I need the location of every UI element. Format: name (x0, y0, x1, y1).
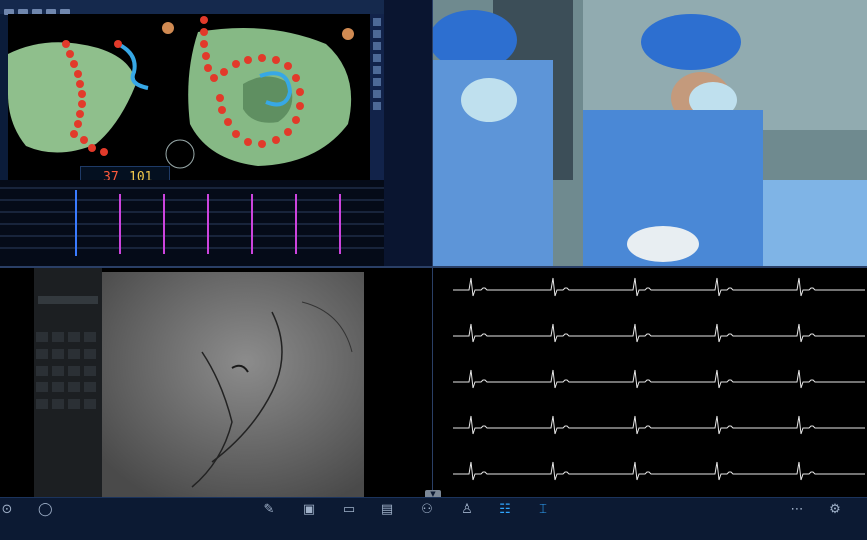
toolbar-left-button-1[interactable]: ◯ (30, 503, 60, 537)
layout-icon: ☷ (499, 502, 511, 517)
mapping-toolbar (0, 0, 432, 15)
pen-icon: ✎ (263, 502, 275, 517)
screen-icon: ▣ (302, 502, 316, 517)
toolbar-left-button-0[interactable]: ⊙ (0, 503, 22, 537)
toolbar-button-6[interactable]: ♙ (452, 503, 482, 537)
toolbar-button-1[interactable]: ✎ (254, 503, 284, 537)
toolbar-button-5[interactable]: ⚇ (412, 503, 442, 537)
fluoroscopy-image[interactable] (102, 272, 364, 497)
bottom-toolbar: ⊙ ◯ ✎ ▣ ▭ ▤ ⚇ ♙ ☷ ⌶ ⋯ ⚙ (0, 497, 867, 540)
toolbar-button-3[interactable]: ▭ (334, 503, 364, 537)
circle-icon: ◯ (38, 502, 53, 517)
ecg-lead-trace (453, 461, 865, 481)
monitor-icon: ▭ (342, 502, 356, 517)
ecg-lead-trace (453, 369, 865, 389)
ecg-lead-trace (453, 415, 865, 435)
toolbar-button-8[interactable]: ⌶ (528, 503, 558, 537)
fluoroscopy-pane[interactable] (0, 268, 432, 497)
cardiac-map-view[interactable]: 37 101 (8, 14, 370, 190)
person-icon: ♙ (461, 502, 473, 517)
ecg-pane[interactable] (433, 268, 867, 497)
toolbar-right-button-0[interactable]: ⋯ (782, 503, 812, 537)
fluoroscopy-button-grid (36, 332, 96, 412)
ecg-lead-trace (453, 323, 865, 343)
ecg-lead-trace (453, 277, 865, 297)
mapping-sidebar (370, 14, 384, 180)
toolbar-right-button-1[interactable]: ⚙ (820, 503, 850, 537)
grid-icon: ⌶ (539, 502, 547, 517)
operating-room-video[interactable] (433, 0, 867, 266)
ecg-traces (453, 277, 865, 481)
toolbar-button-7[interactable]: ☷ (490, 503, 520, 537)
camera-icon: ⊙ (1, 502, 13, 517)
toolbar-button-4[interactable]: ▤ (372, 503, 402, 537)
document-icon: ▤ (380, 502, 394, 517)
mapping-pane[interactable]: 37 101 (0, 0, 432, 266)
electrogram-strip (0, 180, 384, 266)
share-icon: ⚇ (421, 502, 433, 517)
toolbar-button-2[interactable]: ▣ (294, 503, 324, 537)
dots-icon: ⋯ (790, 502, 804, 517)
gear-icon: ⚙ (829, 502, 841, 517)
mapping-right-panel (384, 0, 432, 266)
